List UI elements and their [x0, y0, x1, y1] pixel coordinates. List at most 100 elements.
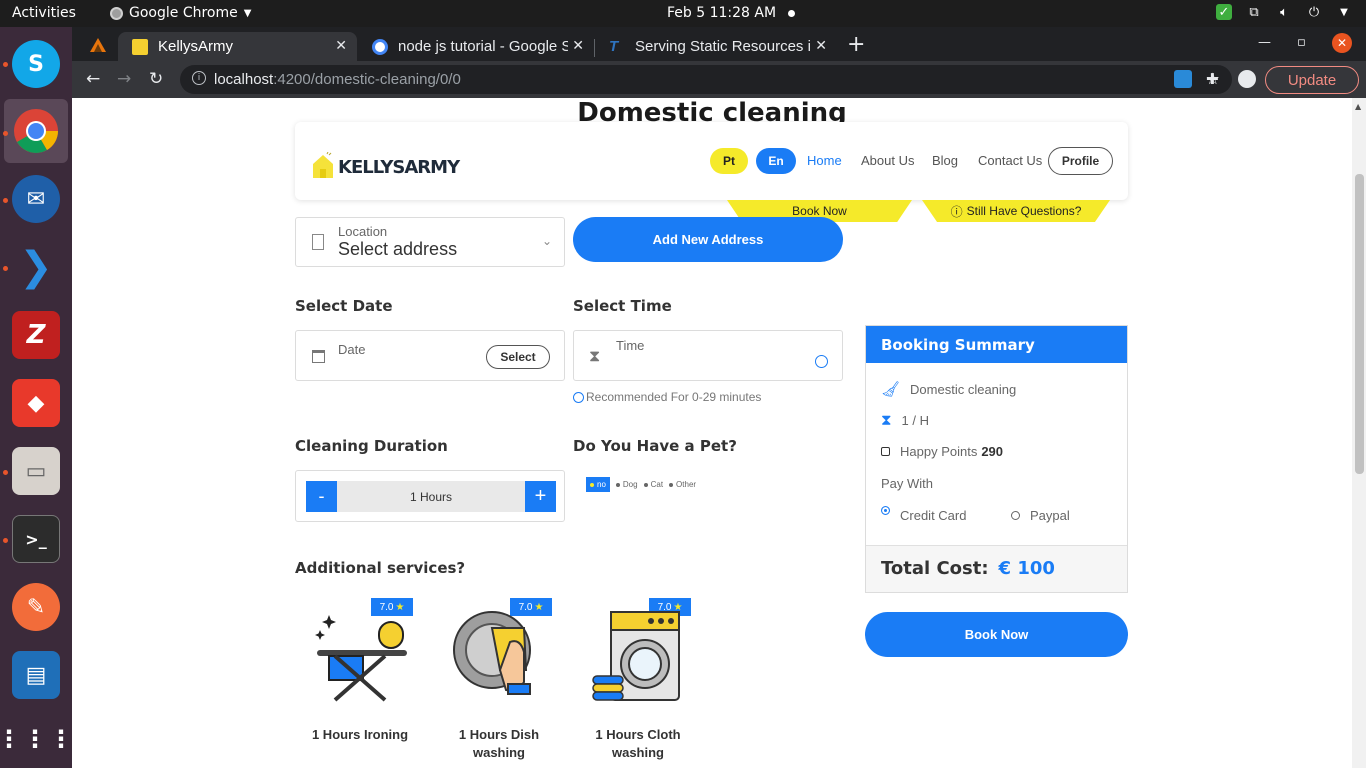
pet-options: no Dog Cat Other: [586, 477, 696, 492]
running-indicator-icon: [3, 62, 8, 67]
files-icon[interactable]: ▭: [12, 447, 60, 495]
location-select[interactable]: Location Select address ⌄: [295, 217, 565, 267]
pet-option-label: no: [597, 480, 606, 489]
time-hint: Recommended For 0-29 minutes: [573, 390, 761, 404]
site-logo[interactable]: KELLYSARMY: [312, 136, 460, 181]
terminal-icon[interactable]: >_: [12, 515, 60, 563]
radio-unselected-icon[interactable]: [1011, 511, 1020, 520]
increase-duration-button[interactable]: +: [525, 481, 556, 512]
clock-icon: [573, 391, 584, 403]
select-date-title: Select Date: [295, 297, 393, 315]
date-field[interactable]: Date Select: [295, 330, 565, 381]
tab-kellysarmy[interactable]: KellysArmy ✕: [118, 32, 357, 61]
volume-icon[interactable]: 🔈︎: [1276, 4, 1292, 20]
pet-option-label: Other: [676, 480, 697, 489]
filezilla-icon[interactable]: Z: [12, 311, 60, 359]
pet-option-dog[interactable]: Dog: [615, 480, 638, 489]
system-tray[interactable]: ✓ ⧉ 🔈︎ ⏻ ▼: [1216, 4, 1352, 20]
site-info-icon[interactable]: i: [192, 71, 206, 85]
update-button[interactable]: Update: [1265, 66, 1359, 94]
book-now-button[interactable]: Book Now: [865, 612, 1128, 657]
tab-serving-static[interactable]: T Serving Static Resources i ✕: [595, 32, 837, 61]
booking-summary-card: Booking Summary 🧹︎ Domestic cleaning ⧗ 1…: [865, 325, 1128, 593]
shield-check-icon[interactable]: ✓: [1216, 4, 1232, 20]
close-tab-icon[interactable]: ✕: [811, 37, 827, 54]
hourglass-icon: ⧗: [881, 412, 892, 429]
network-icon[interactable]: ⧉: [1246, 4, 1262, 20]
add-new-address-button[interactable]: Add New Address: [573, 217, 843, 262]
running-indicator-icon: [3, 538, 8, 543]
new-tab-button[interactable]: +: [847, 32, 865, 57]
forward-arrow-icon[interactable]: →: [117, 69, 131, 89]
activities-button[interactable]: Activities: [12, 5, 76, 21]
date-placeholder: Date: [338, 342, 366, 357]
questions-ribbon[interactable]: ⓘ Still Have Questions?: [922, 200, 1110, 222]
hourglass-icon: ⧗: [589, 346, 601, 365]
total-cost: Total Cost: € 100: [866, 545, 1127, 592]
tab-title: KellysArmy: [158, 38, 234, 55]
more-menu-icon[interactable]: ⋮: [1362, 70, 1366, 89]
pet-option-no[interactable]: no: [586, 477, 610, 492]
pet-option-label: Cat: [650, 480, 664, 489]
maximize-window-icon[interactable]: ▫: [1297, 35, 1306, 50]
pet-option-cat[interactable]: Cat: [643, 480, 664, 489]
google-favicon-icon: [372, 38, 388, 55]
app-menu[interactable]: Google Chrome ▼: [110, 5, 251, 21]
pet-option-other[interactable]: Other: [669, 480, 696, 489]
running-indicator-icon: [3, 266, 8, 271]
nav-home-link[interactable]: Home: [807, 153, 842, 168]
happy-points-checkbox[interactable]: [881, 447, 890, 456]
scrollbar-thumb[interactable]: [1355, 174, 1364, 474]
url-text[interactable]: localhost:4200/domestic-cleaning/0/0: [214, 71, 461, 88]
clock[interactable]: Feb 5 11:28 AM: [667, 5, 796, 21]
close-window-button[interactable]: ✕: [1332, 33, 1352, 53]
happy-points-label: Happy Points: [900, 444, 978, 459]
chrome-icon[interactable]: [12, 107, 60, 155]
time-field[interactable]: ⧗ Time: [573, 330, 843, 381]
skype-icon[interactable]: S: [12, 40, 60, 88]
thunderbird-icon[interactable]: ✉: [12, 175, 60, 223]
tab-node-tutorial[interactable]: node js tutorial - Google S ✕: [358, 32, 594, 61]
decrease-duration-button[interactable]: -: [306, 481, 337, 512]
show-apps-grid-icon[interactable]: ⋮⋮⋮: [0, 715, 73, 763]
happy-points-row[interactable]: Happy Points 290: [881, 444, 1003, 459]
caret-down-icon[interactable]: ▼: [1336, 4, 1352, 20]
close-tab-icon[interactable]: ✕: [335, 37, 347, 54]
postman-icon[interactable]: ✎: [12, 583, 60, 631]
close-tab-icon[interactable]: ✕: [568, 37, 584, 54]
language-en-button[interactable]: En: [756, 148, 796, 174]
broom-icon: 🧹︎: [881, 381, 901, 398]
payment-credit-card[interactable]: Credit Card: [881, 506, 966, 523]
page-viewport: ▲ Domestic cleaning KELLYSARMY Pt En Hom…: [72, 98, 1366, 768]
duration-value: 1 Hours: [337, 481, 525, 512]
radio-selected-icon[interactable]: [881, 506, 890, 515]
profile-button[interactable]: Profile: [1048, 147, 1113, 175]
language-pt-button[interactable]: Pt: [710, 148, 748, 174]
anydesk-icon[interactable]: ◆: [12, 379, 60, 427]
nav-about-link[interactable]: About Us: [861, 153, 914, 168]
browser-tab-strip: KellysArmy ✕ node js tutorial - Google S…: [72, 27, 1366, 61]
radio-dot-icon: [615, 482, 620, 487]
location-label: Location: [338, 224, 388, 239]
clock-text: Feb 5 11:28 AM: [667, 5, 777, 21]
libreoffice-impress-icon[interactable]: ▤: [12, 651, 60, 699]
date-select-button[interactable]: Select: [486, 345, 550, 369]
nav-blog-link[interactable]: Blog: [932, 153, 958, 168]
power-icon[interactable]: ⏻: [1306, 4, 1322, 20]
payment-paypal[interactable]: Paypal: [1011, 508, 1070, 523]
page-scrollbar[interactable]: ▲: [1352, 98, 1366, 768]
reload-icon[interactable]: ↻: [149, 69, 163, 89]
extensions-puzzle-icon[interactable]: ✚: [1206, 70, 1224, 88]
extension-fi-icon[interactable]: [1174, 70, 1192, 88]
minimize-window-icon[interactable]: —: [1258, 35, 1271, 50]
running-indicator-icon: [3, 198, 8, 203]
profile-avatar-icon[interactable]: [1238, 70, 1256, 88]
vscode-icon[interactable]: ❯: [12, 243, 60, 291]
select-time-title: Select Time: [573, 297, 672, 315]
scroll-up-arrow-icon[interactable]: ▲: [1355, 102, 1361, 111]
back-arrow-icon[interactable]: ←: [86, 69, 100, 89]
nav-contact-link[interactable]: Contact Us: [978, 153, 1042, 168]
address-bar[interactable]: i localhost:4200/domestic-cleaning/0/0 ⌕…: [180, 65, 1232, 94]
tab-search-icon[interactable]: [89, 37, 107, 53]
kellysarmy-favicon-icon: [132, 38, 148, 55]
